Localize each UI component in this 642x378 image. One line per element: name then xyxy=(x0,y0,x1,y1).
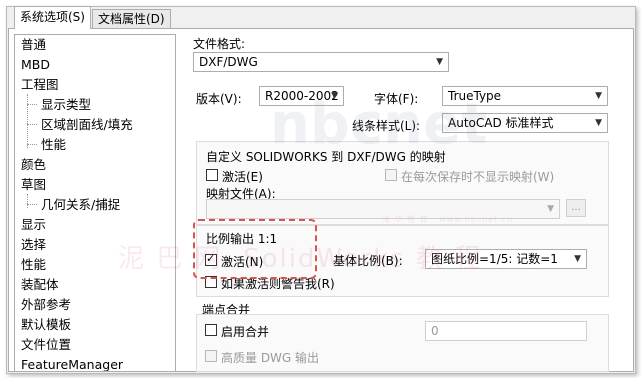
high-quality-dwg-label: 高质量 DWG 输出 xyxy=(221,351,320,365)
watermark-logo: nbcnet xyxy=(270,92,488,157)
tree-item-mbd[interactable]: MBD xyxy=(21,55,50,75)
file-format-label: 文件格式: xyxy=(193,37,246,51)
tree-connector xyxy=(27,104,37,105)
no-show-mapping-checkbox[interactable] xyxy=(385,169,397,181)
mapping-activate-checkbox[interactable] xyxy=(206,169,218,181)
chevron-down-icon: ▼ xyxy=(547,204,554,214)
tree-item-area-hatch[interactable]: 区域剖面线/填充 xyxy=(41,115,133,135)
watermark-small-text: 清 华 教 育 · www.nbcnet.cn xyxy=(382,215,514,224)
tree-item-drawing-performance[interactable]: 性能 xyxy=(41,135,66,155)
tree-item-relations-snaps[interactable]: 几何关系/捕捉 xyxy=(41,195,120,215)
tree-connector xyxy=(27,94,28,148)
enable-merge-label: 启用合并 xyxy=(221,325,270,339)
browse-map-file-button[interactable]: ... xyxy=(566,199,586,217)
tree-connector xyxy=(27,124,37,125)
tree-connector xyxy=(27,194,28,208)
tree-item-performance[interactable]: 性能 xyxy=(21,255,46,275)
tree-item-selection[interactable]: 选择 xyxy=(21,235,46,255)
chevron-down-icon: ▼ xyxy=(574,254,581,264)
tree-item-sketch[interactable]: 草图 xyxy=(21,175,46,195)
tree-item-file-locations[interactable]: 文件位置 xyxy=(21,335,71,355)
tree-item-colors[interactable]: 颜色 xyxy=(21,155,46,175)
enable-merge-checkbox[interactable] xyxy=(205,324,217,336)
chevron-down-icon: ▼ xyxy=(436,57,443,67)
file-format-select[interactable]: DXF/DWG ▼ xyxy=(193,52,449,72)
tree-item-default-templates[interactable]: 默认模板 xyxy=(21,315,71,335)
tree-connector xyxy=(27,144,37,145)
tree-item-display-style[interactable]: 显示类型 xyxy=(41,95,91,115)
tree-item-display[interactable]: 显示 xyxy=(21,215,46,235)
tree-item-external-references[interactable]: 外部参考 xyxy=(21,295,71,315)
merge-distance-input[interactable]: 0 xyxy=(425,321,587,341)
file-format-value: DXF/DWG xyxy=(199,55,258,69)
tab-document-properties[interactable]: 文档属性(D) xyxy=(92,9,171,28)
options-tree: 普通 MBD 工程图 显示类型 区域剖面线/填充 性能 颜色 草图 几何关系/捕… xyxy=(14,34,176,372)
tab-system-options[interactable]: 系统选项(S) xyxy=(14,6,91,29)
chevron-down-icon: ▼ xyxy=(595,118,602,128)
tree-item-assemblies[interactable]: 装配体 xyxy=(21,275,59,295)
tree-connector xyxy=(27,204,37,205)
mapping-activate-label: 激活(E) xyxy=(222,170,263,184)
version-label: 版本(V): xyxy=(196,92,242,106)
tree-item-featuremanager[interactable]: FeatureManager xyxy=(21,355,123,371)
chevron-down-icon: ▼ xyxy=(595,91,602,101)
watermark-text: 泥 巴 网 ·SolidWorks 教 程 xyxy=(118,244,483,274)
tree-item-general[interactable]: 普通 xyxy=(21,35,46,55)
no-show-mapping-label: 在每次保存时不显示映射(W) xyxy=(401,170,555,184)
high-quality-dwg-checkbox[interactable] xyxy=(205,350,217,362)
tree-item-drawings[interactable]: 工程图 xyxy=(21,75,59,95)
